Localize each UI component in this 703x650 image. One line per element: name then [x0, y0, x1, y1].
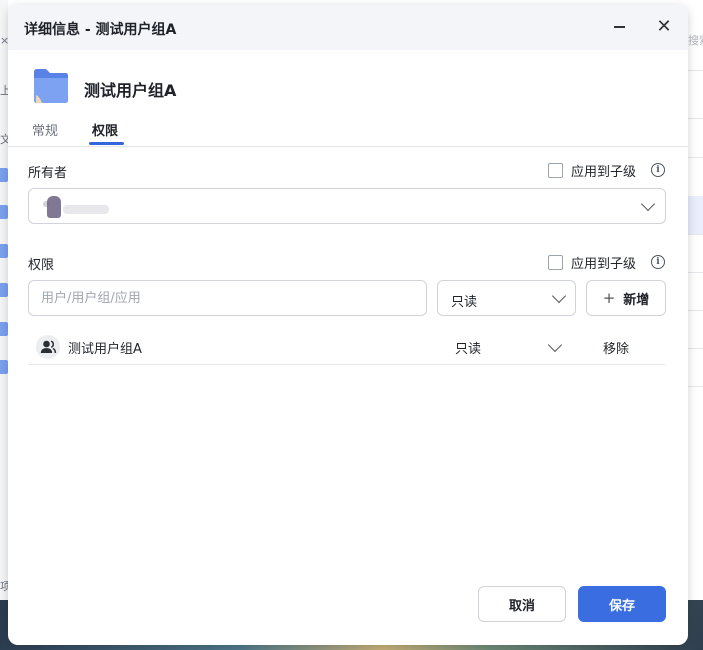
permission-row-level[interactable]: 只读 — [455, 338, 481, 357]
background-row-divider — [688, 157, 703, 158]
user-group-icon — [36, 335, 60, 359]
chevron-down-icon — [640, 196, 656, 212]
remove-button[interactable]: 移除 — [603, 338, 629, 357]
user-search-input[interactable] — [28, 280, 427, 316]
minimize-icon — [613, 26, 625, 28]
permissions-info-icon[interactable]: i — [651, 255, 665, 269]
background-selected-row — [688, 196, 703, 234]
background-content-pane — [688, 0, 703, 650]
background-row-divider — [688, 118, 703, 119]
dialog-titlebar: 详细信息 - 测试用户组A ✕ — [8, 5, 688, 50]
background-row-divider — [688, 234, 703, 235]
background-folder-icon — [0, 244, 8, 258]
folder-icon — [34, 69, 68, 103]
owner-info-icon[interactable]: i — [651, 163, 665, 177]
dialog-title: 详细信息 - 测试用户组A — [24, 22, 177, 38]
owner-apply-label: 应用到子级 — [571, 165, 637, 180]
owner-avatar — [47, 196, 61, 218]
permissions-apply-label: 应用到子级 — [571, 257, 637, 272]
add-label: 新增 — [623, 292, 650, 308]
owner-label: 所有者 — [28, 166, 68, 181]
chevron-down-icon — [551, 288, 567, 304]
background-row-divider — [688, 386, 703, 387]
chevron-down-icon[interactable] — [547, 337, 563, 353]
plus-icon: + — [602, 288, 616, 307]
owner-name-redacted — [63, 205, 109, 214]
close-icon: ✕ — [656, 16, 672, 37]
active-tab-indicator — [89, 142, 124, 145]
background-folder-icon — [0, 283, 8, 297]
tab-permissions[interactable]: 权限 — [92, 120, 118, 139]
permission-level-value: 只读 — [451, 295, 478, 310]
minimize-button[interactable] — [608, 16, 630, 38]
owner-apply-to-children[interactable]: 应用到子级 — [548, 161, 636, 180]
background-search-hint: 搜索 — [688, 34, 703, 47]
save-button[interactable]: 保存 — [578, 586, 666, 622]
permissions-apply-to-children[interactable]: 应用到子级 — [548, 253, 636, 272]
tab-divider — [8, 146, 688, 147]
background-folder-icon — [0, 168, 8, 182]
owner-select[interactable] — [28, 188, 666, 224]
background-folder-icon — [0, 205, 8, 219]
permission-row-name: 测试用户组A — [68, 342, 142, 357]
background-row-divider — [688, 70, 703, 71]
details-dialog: 详细信息 - 测试用户组A ✕ 测试用户组A 常规 权限 所有者 应用到子级 i… — [8, 5, 688, 645]
background-folder-icon — [0, 322, 8, 336]
background-row-divider — [688, 272, 703, 273]
add-button[interactable]: + 新增 — [586, 280, 666, 316]
cancel-button[interactable]: 取消 — [478, 586, 566, 622]
close-button[interactable]: ✕ — [653, 16, 675, 38]
background-folder-icon — [0, 360, 8, 374]
permissions-apply-checkbox[interactable] — [548, 255, 563, 270]
tab-general[interactable]: 常规 — [32, 120, 58, 139]
background-row-divider — [688, 348, 703, 349]
folder-name: 测试用户组A — [84, 81, 177, 100]
permission-level-select[interactable]: 只读 — [437, 280, 576, 316]
background-row-divider — [688, 310, 703, 311]
permission-row: 测试用户组A 只读 移除 — [28, 329, 666, 365]
owner-apply-checkbox[interactable] — [548, 163, 563, 178]
permissions-label: 权限 — [28, 258, 55, 273]
